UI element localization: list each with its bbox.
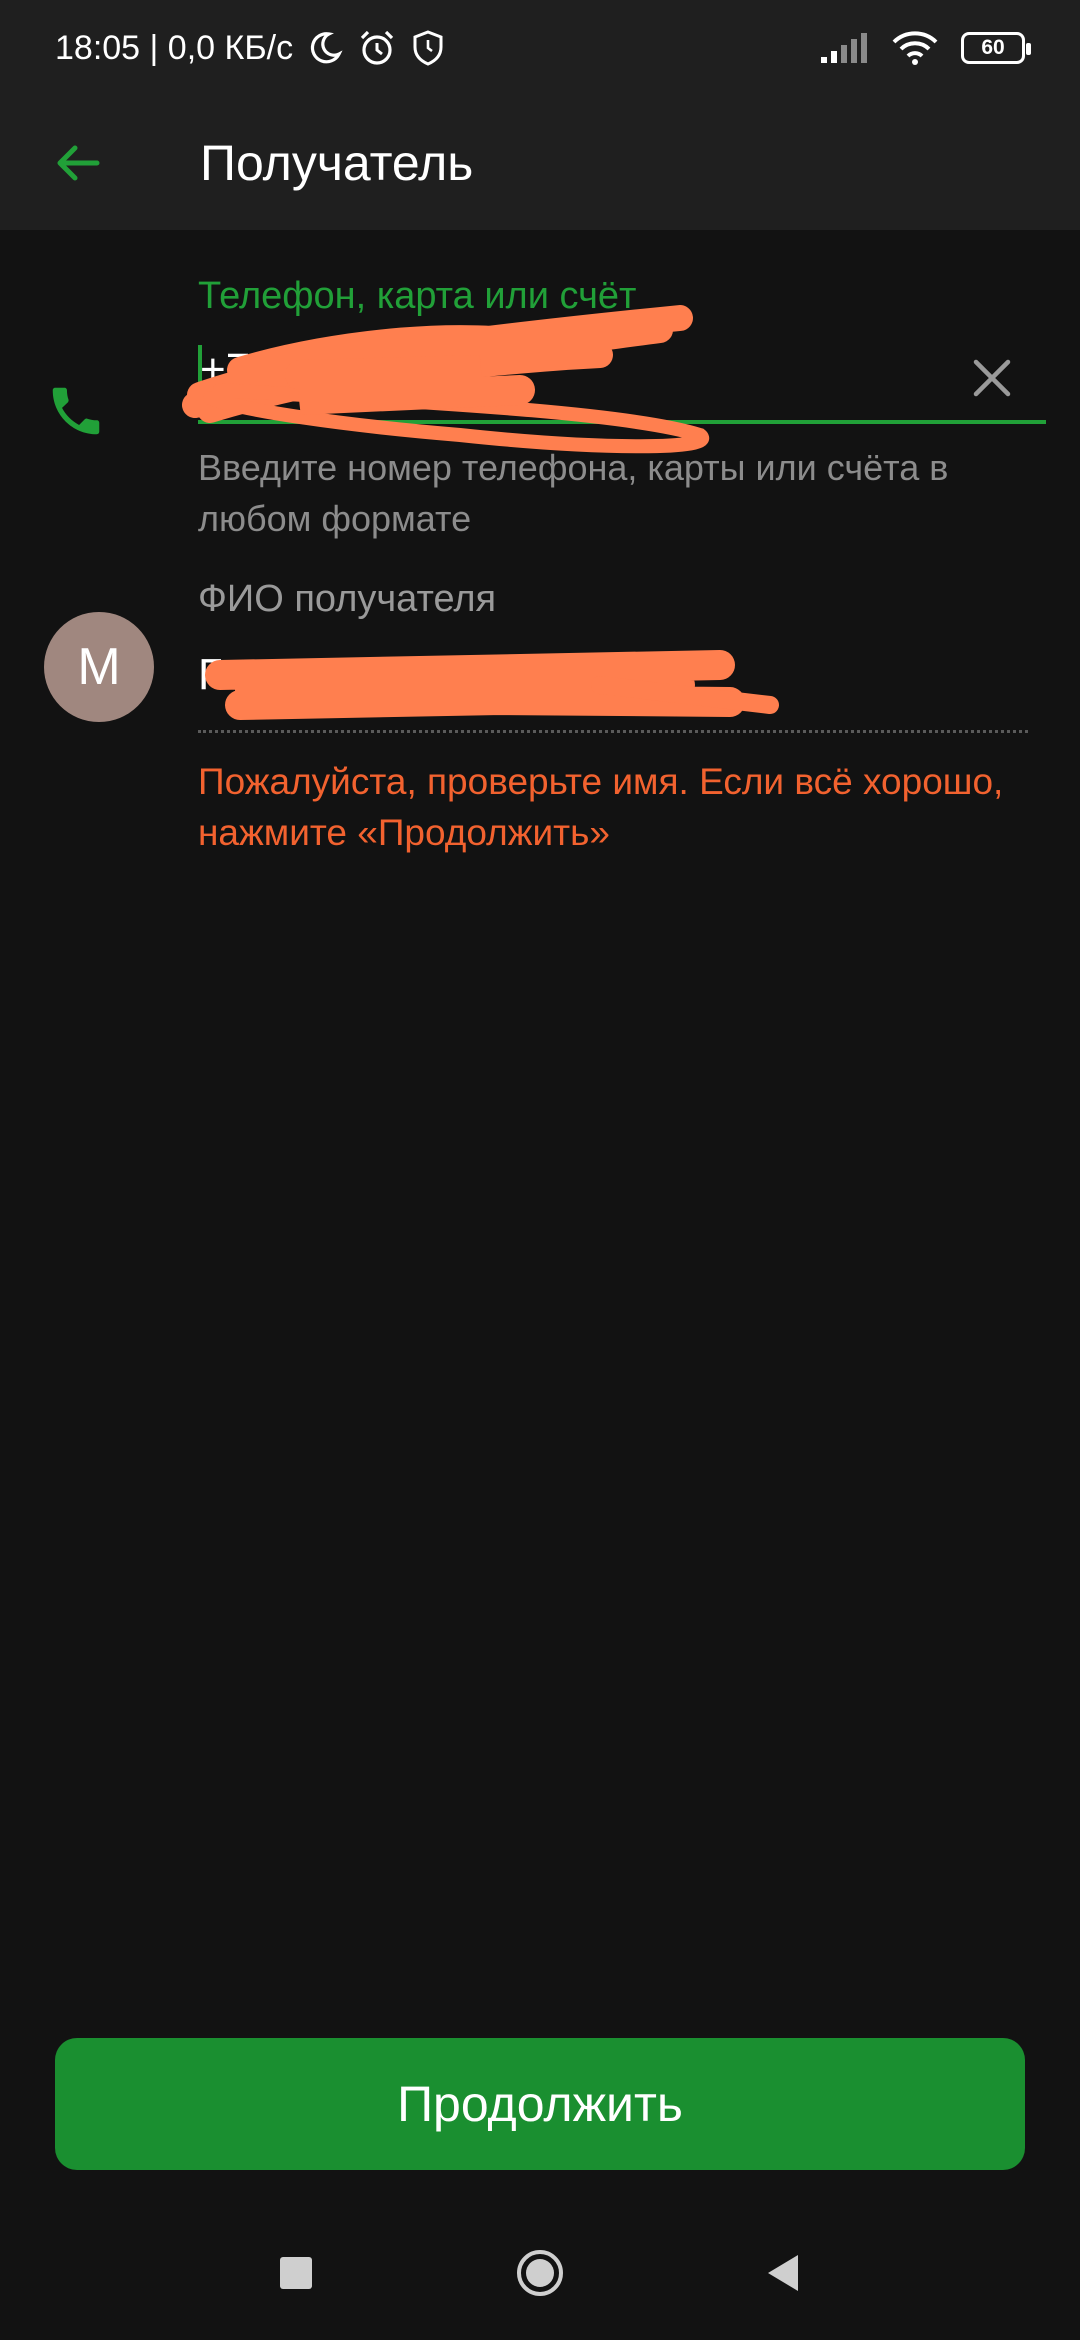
alarm-icon bbox=[360, 30, 394, 65]
phone-field-helper: Введите номер телефона, карты или счёта … bbox=[198, 447, 949, 539]
status-time-speed: 18:05 | 0,0 КБ/с bbox=[55, 28, 294, 67]
recipient-screen: 18:05 | 0,0 КБ/с 60 Получатель Телефон, … bbox=[0, 0, 1080, 2340]
status-bar-right: 60 bbox=[819, 22, 1031, 74]
app-bar: Получатель bbox=[0, 95, 1080, 230]
back-button[interactable] bbox=[40, 125, 116, 201]
battery-icon: 60 bbox=[961, 32, 1031, 64]
continue-button[interactable]: Продолжить bbox=[55, 2038, 1025, 2170]
shield-icon bbox=[413, 30, 443, 66]
close-icon bbox=[973, 359, 1011, 397]
nav-back-button[interactable] bbox=[762, 2251, 802, 2295]
moon-icon bbox=[310, 32, 343, 64]
phone-icon bbox=[52, 387, 100, 435]
redaction-scribble-phone bbox=[182, 305, 710, 454]
page-title: Получатель bbox=[200, 135, 474, 191]
phone-field-underline bbox=[198, 420, 1046, 424]
redaction-scribble-name bbox=[205, 650, 779, 720]
name-field-label: ФИО получателя bbox=[198, 578, 497, 620]
home-button[interactable] bbox=[515, 2248, 565, 2298]
status-bar-left: 18:05 | 0,0 КБ/с bbox=[55, 22, 445, 74]
phone-input[interactable]: +7 bbox=[200, 345, 250, 395]
recents-button[interactable] bbox=[280, 2257, 312, 2289]
text-caret bbox=[198, 345, 202, 399]
phone-field-label: Телефон, карта или счёт bbox=[198, 275, 637, 317]
status-bar: 18:05 | 0,0 КБ/с 60 bbox=[0, 0, 1080, 95]
name-warning-text: Пожалуйста, проверьте имя. Если всё хоро… bbox=[198, 761, 1004, 853]
name-field-value: Г bbox=[198, 650, 222, 699]
system-nav-bar bbox=[0, 2200, 1080, 2340]
clear-button[interactable] bbox=[962, 348, 1022, 408]
arrow-left-icon bbox=[57, 145, 100, 181]
battery-level: 60 bbox=[981, 36, 1005, 59]
signal-icon bbox=[821, 33, 867, 63]
wifi-icon bbox=[892, 31, 938, 65]
recipient-avatar: М bbox=[44, 612, 154, 722]
name-field-underline bbox=[198, 730, 1028, 733]
